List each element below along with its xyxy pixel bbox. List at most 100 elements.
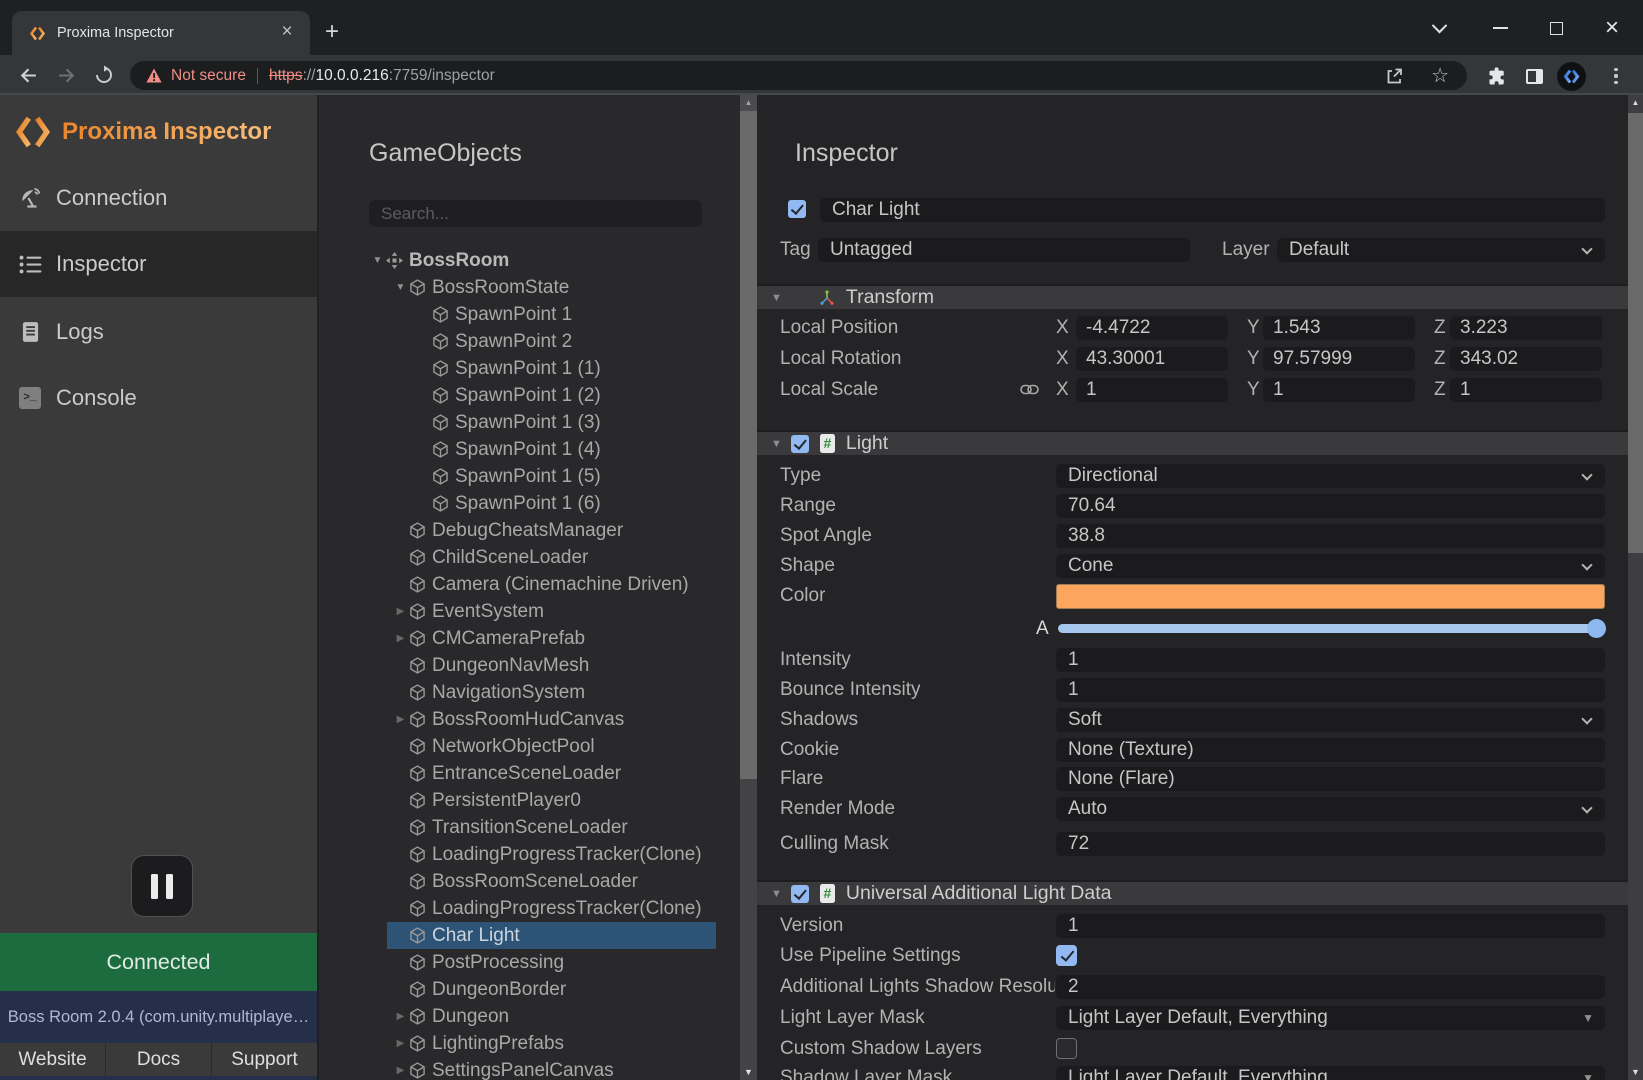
- collapse-arrow-icon[interactable]: ▼: [771, 438, 782, 450]
- share-icon[interactable]: [1384, 66, 1404, 86]
- window-close-button[interactable]: ×: [1597, 14, 1627, 42]
- tree-item[interactable]: Dungeon: [319, 1003, 740, 1030]
- collapse-arrow-icon[interactable]: ▼: [771, 292, 782, 304]
- support-link[interactable]: Support: [212, 1043, 317, 1076]
- tree-item[interactable]: SpawnPoint 2: [319, 328, 740, 355]
- rotation-z-field[interactable]: 343.02: [1450, 347, 1602, 371]
- shadow-layer-mask-select[interactable]: Light Layer Default, Everything▼: [1056, 1066, 1605, 1080]
- new-tab-button[interactable]: +: [318, 18, 346, 46]
- tree-item[interactable]: SpawnPoint 1 (5): [319, 463, 740, 490]
- transform-header[interactable]: ▼ Transform: [757, 284, 1628, 309]
- window-minimize-button[interactable]: [1485, 14, 1515, 42]
- position-y-field[interactable]: 1.543: [1263, 316, 1415, 340]
- rotation-x-field[interactable]: 43.30001: [1076, 347, 1228, 371]
- reload-button[interactable]: [91, 62, 117, 88]
- bookmark-star-icon[interactable]: ☆: [1431, 66, 1449, 86]
- scroll-up-icon[interactable]: ▲: [1628, 95, 1643, 111]
- use-pipeline-checkbox[interactable]: [1056, 945, 1077, 966]
- name-field[interactable]: Char Light: [820, 198, 1605, 222]
- tree-item[interactable]: DebugCheatsManager: [319, 517, 740, 544]
- tree-item[interactable]: NavigationSystem: [319, 679, 740, 706]
- collapse-arrow-icon[interactable]: ▼: [771, 888, 782, 900]
- slider-handle[interactable]: [1587, 619, 1606, 638]
- tree-item[interactable]: BossRoom: [319, 247, 740, 274]
- uald-header[interactable]: ▼ # Universal Additional Light Data: [757, 880, 1628, 905]
- search-input[interactable]: [369, 200, 702, 227]
- alpha-slider[interactable]: [1058, 624, 1603, 633]
- tree-item[interactable]: Camera (Cinemachine Driven): [319, 571, 740, 598]
- expand-arrow-icon[interactable]: [392, 282, 409, 293]
- spot-angle-field[interactable]: 38.8: [1056, 524, 1605, 548]
- scroll-down-icon[interactable]: ▼: [1628, 1064, 1643, 1080]
- range-field[interactable]: 70.64: [1056, 494, 1605, 518]
- custom-shadow-layers-checkbox[interactable]: [1056, 1038, 1077, 1059]
- window-maximize-button[interactable]: [1541, 14, 1571, 42]
- expand-arrow-icon[interactable]: [369, 255, 386, 266]
- expand-arrow-icon[interactable]: [392, 606, 409, 617]
- browser-menu-icon[interactable]: [1601, 61, 1631, 91]
- tree-item[interactable]: Char Light: [319, 922, 740, 949]
- tree-item[interactable]: SpawnPoint 1 (6): [319, 490, 740, 517]
- tree-item[interactable]: SettingsPanelCanvas: [319, 1057, 740, 1080]
- proxima-extension-icon[interactable]: [1556, 61, 1586, 91]
- scale-z-field[interactable]: 1: [1450, 378, 1602, 402]
- tree-item[interactable]: LoadingProgressTracker(Clone): [319, 841, 740, 868]
- website-link[interactable]: Website: [0, 1043, 105, 1076]
- tree-item[interactable]: ChildSceneLoader: [319, 544, 740, 571]
- expand-arrow-icon[interactable]: [392, 1011, 409, 1022]
- tree-item[interactable]: EventSystem: [319, 598, 740, 625]
- scrollbar-thumb[interactable]: [1628, 113, 1643, 553]
- intensity-field[interactable]: 1: [1056, 648, 1605, 672]
- tree-item[interactable]: SpawnPoint 1: [319, 301, 740, 328]
- tab-search-chevron-icon[interactable]: [1424, 14, 1454, 42]
- address-bar[interactable]: Not secure https://10.0.0.216:7759/inspe…: [130, 61, 1467, 90]
- pause-button[interactable]: [131, 855, 193, 917]
- culling-mask-field[interactable]: 72: [1056, 832, 1605, 856]
- component-enabled-checkbox[interactable]: [791, 885, 809, 903]
- position-z-field[interactable]: 3.223: [1450, 316, 1602, 340]
- tree-item[interactable]: BossRoomHudCanvas: [319, 706, 740, 733]
- tree-item[interactable]: SpawnPoint 1 (1): [319, 355, 740, 382]
- back-button[interactable]: [15, 62, 41, 88]
- tree-item[interactable]: BossRoomState: [319, 274, 740, 301]
- tree-item[interactable]: TransitionSceneLoader: [319, 814, 740, 841]
- shape-select[interactable]: Cone: [1056, 554, 1605, 578]
- version-field[interactable]: 1: [1056, 914, 1605, 938]
- color-swatch[interactable]: [1056, 584, 1605, 609]
- layer-select[interactable]: Default: [1277, 238, 1605, 262]
- tree-item[interactable]: PostProcessing: [319, 949, 740, 976]
- tree-item[interactable]: EntranceSceneLoader: [319, 760, 740, 787]
- rotation-y-field[interactable]: 97.57999: [1263, 347, 1415, 371]
- tag-field[interactable]: Untagged: [818, 238, 1190, 262]
- scale-link-icon[interactable]: [1020, 382, 1039, 400]
- tree-item[interactable]: LoadingProgressTracker(Clone): [319, 895, 740, 922]
- tree-item[interactable]: PersistentPlayer0: [319, 787, 740, 814]
- render-mode-select[interactable]: Auto: [1056, 797, 1605, 821]
- type-select[interactable]: Directional: [1056, 464, 1605, 488]
- expand-arrow-icon[interactable]: [392, 633, 409, 644]
- component-enabled-checkbox[interactable]: [791, 435, 809, 453]
- active-checkbox[interactable]: [788, 200, 806, 218]
- tree-item[interactable]: SpawnPoint 1 (3): [319, 409, 740, 436]
- cookie-field[interactable]: None (Texture): [1056, 738, 1605, 762]
- tree-item[interactable]: SpawnPoint 1 (2): [319, 382, 740, 409]
- docs-link[interactable]: Docs: [106, 1043, 211, 1076]
- bounce-intensity-field[interactable]: 1: [1056, 678, 1605, 702]
- inspector-scrollbar[interactable]: ▲ ▼: [1628, 95, 1643, 1080]
- shadow-resolution-field[interactable]: 2: [1056, 975, 1605, 999]
- forward-button[interactable]: [53, 62, 79, 88]
- extensions-puzzle-icon[interactable]: [1481, 61, 1511, 91]
- position-x-field[interactable]: -4.4722: [1076, 316, 1228, 340]
- scroll-up-icon[interactable]: ▲: [740, 95, 757, 111]
- light-header[interactable]: ▼ # Light: [757, 430, 1628, 455]
- scroll-down-icon[interactable]: ▼: [740, 1064, 757, 1080]
- sidebar-item-console[interactable]: >_ Console: [0, 365, 317, 431]
- shadows-select[interactable]: Soft: [1056, 708, 1605, 732]
- gameobjects-scrollbar[interactable]: ▲ ▼: [740, 95, 757, 1080]
- scale-x-field[interactable]: 1: [1076, 378, 1228, 402]
- tree-item[interactable]: CMCameraPrefab: [319, 625, 740, 652]
- tab-close-icon[interactable]: ×: [277, 22, 297, 42]
- expand-arrow-icon[interactable]: [392, 1038, 409, 1049]
- scrollbar-thumb[interactable]: [740, 111, 757, 779]
- expand-arrow-icon[interactable]: [392, 714, 409, 725]
